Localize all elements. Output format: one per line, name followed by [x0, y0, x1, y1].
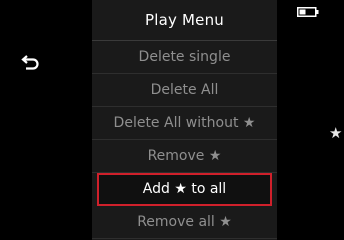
battery-icon [297, 7, 319, 17]
back-button[interactable] [20, 52, 42, 72]
menu-item-delete-all[interactable]: Delete All [92, 74, 277, 107]
left-side-panel [0, 0, 92, 240]
menu-item-remove-star[interactable]: Remove ★ [92, 140, 277, 173]
menu-item-add-star-to-all[interactable]: Add ★ to all [97, 173, 272, 206]
star-icon: ★ [329, 124, 343, 142]
menu-item-remove-all-star[interactable]: Remove all ★ [92, 206, 277, 239]
menu-item-delete-single[interactable]: Delete single [92, 41, 277, 74]
right-side-panel [277, 0, 344, 240]
menu-item-delete-all-without-star[interactable]: Delete All without ★ [92, 107, 277, 140]
menu-title: Play Menu [92, 0, 277, 41]
back-arrow-icon [21, 55, 39, 70]
play-menu-panel: Play Menu Delete single Delete All Delet… [92, 0, 277, 240]
camera-menu-screen: Play Menu Delete single Delete All Delet… [0, 0, 344, 240]
